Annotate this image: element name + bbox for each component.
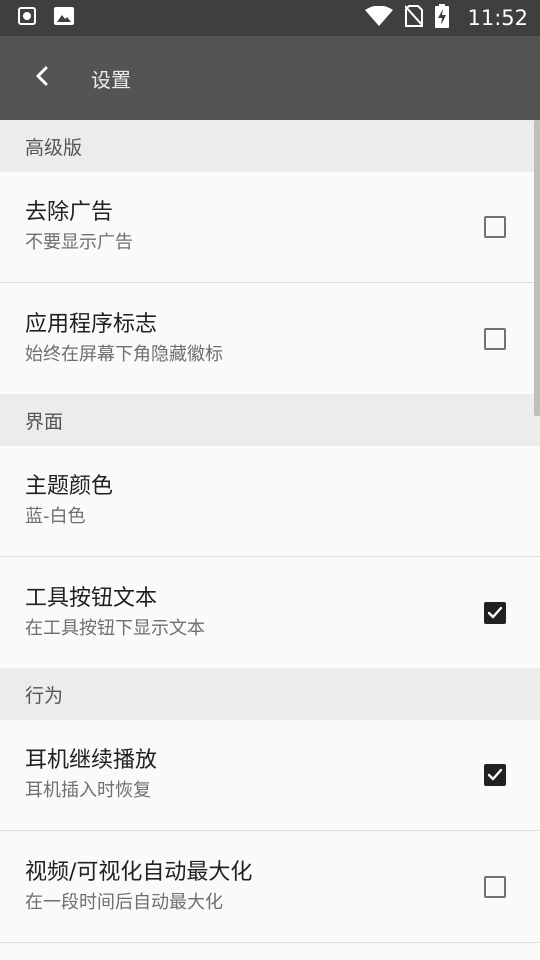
- setting-auto-maximize[interactable]: 视频/可视化自动最大化 在一段时间后自动最大化: [0, 831, 540, 942]
- app-logo-checkbox[interactable]: [484, 327, 506, 350]
- back-button[interactable]: [22, 58, 62, 98]
- setting-remove-ads[interactable]: 去除广告 不要显示广告: [0, 172, 540, 283]
- app-toolbar: 设置: [0, 36, 540, 120]
- toolbar-button-text-checkbox[interactable]: [484, 601, 506, 624]
- section-header-premium: 高级版: [0, 120, 540, 172]
- setting-subtitle: 耳机插入时恢复: [25, 780, 151, 801]
- setting-title: 耳机继续播放: [25, 748, 158, 773]
- chevron-left-icon: [35, 65, 49, 91]
- settings-list: 高级版 去除广告 不要显示广告 应用程序标志 始终在屏幕下角隐藏徽标 界面 主题…: [0, 120, 540, 942]
- status-time: 11:52: [467, 6, 528, 30]
- screenshot-notification-icon: [18, 7, 36, 29]
- status-bar: 11:52: [0, 0, 540, 36]
- auto-maximize-checkbox[interactable]: [484, 875, 506, 898]
- setting-title: 主题颜色: [25, 474, 114, 499]
- list-divider: [0, 942, 540, 943]
- check-icon: [487, 768, 503, 781]
- setting-title: 工具按钮文本: [25, 585, 158, 611]
- setting-theme-color[interactable]: 主题颜色 蓝-白色: [0, 446, 540, 557]
- wifi-icon: [365, 5, 394, 30]
- setting-subtitle: 在工具按钮下显示文本: [25, 617, 205, 639]
- setting-title: 视频/可视化自动最大化: [25, 859, 253, 885]
- remove-ads-checkbox[interactable]: [484, 216, 506, 238]
- no-sim-icon: [404, 5, 425, 31]
- section-header-interface: 界面: [0, 394, 540, 446]
- setting-title: 应用程序标志: [25, 311, 158, 337]
- section-header-behavior: 行为: [0, 668, 540, 720]
- setting-subtitle: 蓝-白色: [25, 506, 86, 527]
- image-notification-icon: [54, 7, 74, 29]
- setting-toolbar-button-text[interactable]: 工具按钮文本 在工具按钮下显示文本: [0, 557, 540, 668]
- page-title: 设置: [91, 67, 131, 92]
- check-icon: [487, 606, 503, 618]
- setting-headset-resume[interactable]: 耳机继续播放 耳机插入时恢复: [0, 720, 540, 831]
- headset-resume-checkbox[interactable]: [484, 764, 506, 786]
- scrollbar[interactable]: [534, 120, 540, 416]
- setting-subtitle: 不要显示广告: [25, 232, 133, 253]
- setting-subtitle: 在一段时间后自动最大化: [25, 891, 223, 913]
- setting-title: 去除广告: [25, 200, 114, 225]
- battery-charging-icon: [435, 4, 450, 32]
- setting-subtitle: 始终在屏幕下角隐藏徽标: [25, 343, 223, 365]
- setting-app-logo[interactable]: 应用程序标志 始终在屏幕下角隐藏徽标: [0, 283, 540, 394]
